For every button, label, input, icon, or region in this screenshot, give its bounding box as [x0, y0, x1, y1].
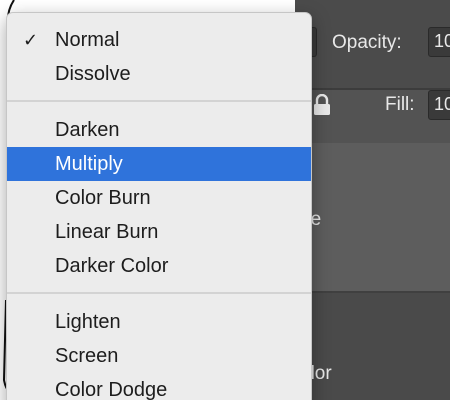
menu-item-color-burn[interactable]: Color Burn [7, 181, 311, 215]
fill-input[interactable]: 100% [428, 90, 450, 120]
checkmark-icon: ✓ [23, 30, 39, 50]
screen: ▲▼ Opacity: 100% Fill: 100% ne olor ✓ Nor… [0, 0, 450, 400]
menu-item-label: Lighten [55, 311, 121, 333]
menu-item-dissolve[interactable]: Dissolve [7, 57, 311, 91]
menu-item-lighten[interactable]: Lighten [7, 305, 311, 339]
menu-item-label: Darker Color [55, 255, 169, 277]
menu-separator [7, 100, 311, 102]
lock-icon[interactable] [312, 94, 332, 116]
menu-item-linear-burn[interactable]: Linear Burn [7, 215, 311, 249]
panel-divider [295, 88, 450, 90]
menu-item-label: Darken [55, 119, 120, 141]
menu-item-label: Color Burn [55, 187, 151, 209]
menu-item-label: Screen [55, 345, 119, 367]
menu-item-color-dodge[interactable]: Color Dodge [7, 373, 311, 400]
menu-item-darker-color[interactable]: Darker Color [7, 249, 311, 283]
menu-item-multiply[interactable]: Multiply [7, 147, 311, 181]
menu-item-label: Normal [55, 29, 120, 51]
opacity-label: Opacity: [332, 32, 402, 53]
menu-item-label: Color Dodge [55, 379, 168, 400]
layers-panel: ▲▼ Opacity: 100% Fill: 100% ne olor [295, 0, 450, 400]
menu-item-label: Dissolve [55, 63, 131, 85]
opacity-input[interactable]: 100% [428, 27, 450, 57]
menu-item-darken[interactable]: Darken [7, 113, 311, 147]
menu-item-label: Multiply [55, 153, 123, 175]
menu-item-screen[interactable]: Screen [7, 339, 311, 373]
menu-item-label: Linear Burn [55, 221, 159, 243]
fill-label: Fill: [385, 94, 415, 115]
menu-item-normal[interactable]: ✓ Normal [7, 23, 311, 57]
blend-mode-menu: ✓ Normal Dissolve Darken Multiply Color Burn L… [6, 12, 312, 400]
menu-separator [7, 292, 311, 294]
